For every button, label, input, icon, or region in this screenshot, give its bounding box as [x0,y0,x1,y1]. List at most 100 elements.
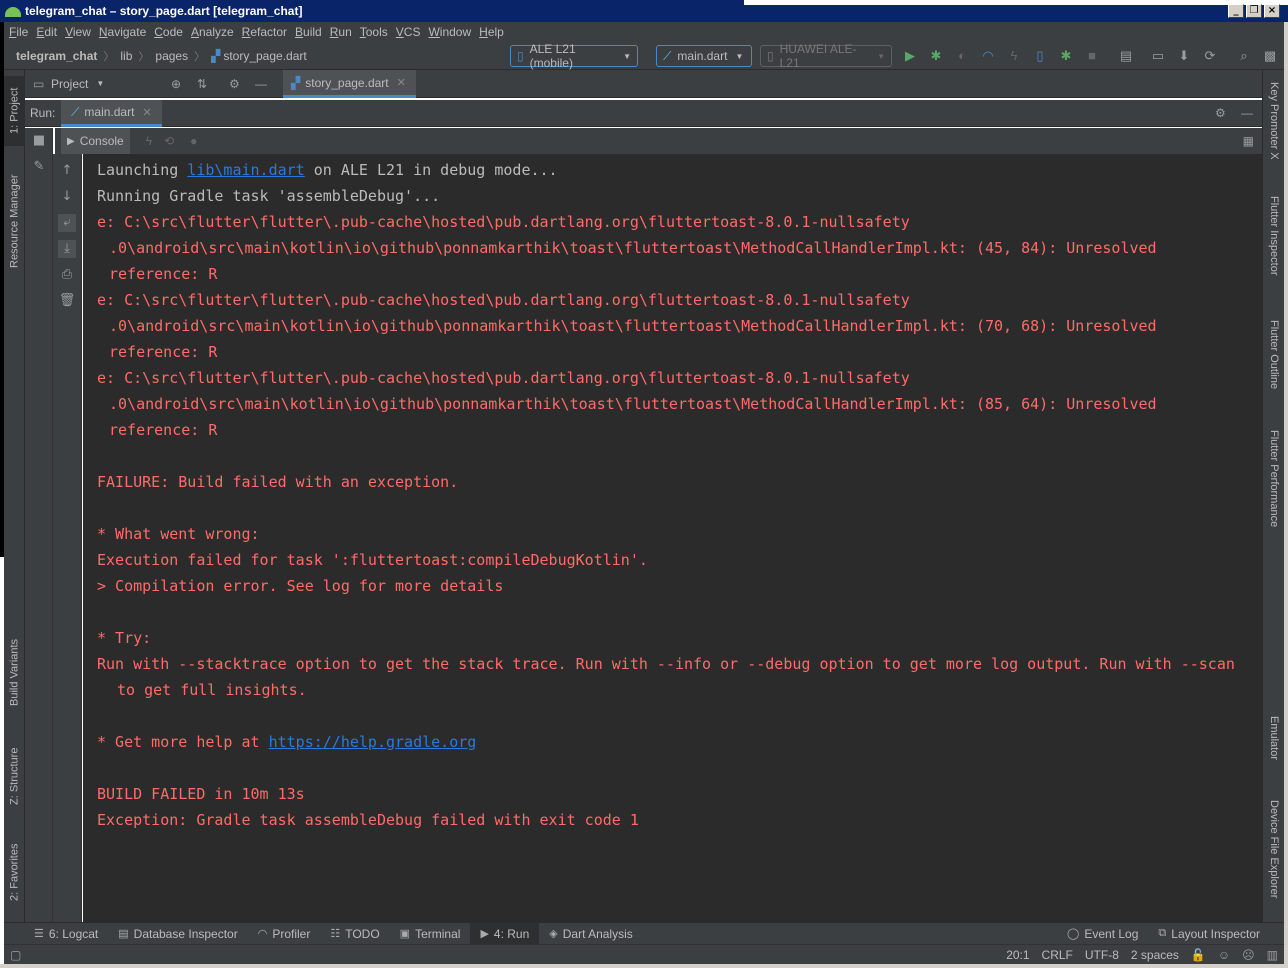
console-tab[interactable]: ▶ Console [61,128,130,154]
tab-terminal[interactable]: ▣ Terminal [390,923,471,945]
pin-icon[interactable]: ✎ [30,158,48,176]
tab-run[interactable]: ▶ 4: Run [470,922,540,945]
menu-refactor[interactable]: Refactor [242,25,287,39]
menu-navigate[interactable]: Navigate [99,25,146,39]
breadcrumb-file[interactable]: ▞ story_page.dart [211,49,307,63]
sdk-manager-icon[interactable]: ⬇ [1176,48,1192,64]
minimize-button[interactable]: _ [1228,4,1244,18]
run-tab-main-dart[interactable]: ⟋ main.dart ✕ [61,100,162,127]
tab-flutter-performance[interactable]: Flutter Performance [1263,430,1285,550]
arrow-up-icon[interactable]: ↑ [58,162,76,180]
tab-project[interactable]: 1: Project [4,76,25,146]
attach-debugger-icon[interactable]: ✱ [1058,48,1074,64]
menu-code[interactable]: Code [154,25,183,39]
profile-icon[interactable]: ◠ [980,48,996,64]
line-separator[interactable]: CRLF [1042,948,1073,962]
trash-icon[interactable]: ▥ [1267,948,1278,962]
trash-icon[interactable]: 🗑 [58,292,76,310]
menu-help[interactable]: Help [479,25,504,39]
tab-todo[interactable]: ☷ TODO [320,923,389,945]
gear-icon[interactable]: ⚙ [1215,106,1226,120]
console-output[interactable]: Launching lib\main.dart on ALE L21 in de… [83,154,1262,922]
hot-reload-icon[interactable]: ϟ [146,134,152,148]
close-button[interactable]: × [1264,4,1280,18]
gear-icon[interactable]: ⚙ [229,77,240,91]
chevron-right-icon: 〉 [103,50,115,63]
coverage-icon[interactable]: ◐ [954,48,970,64]
menu-window[interactable]: Window [428,25,471,39]
tab-resource-manager[interactable]: Resource Manager [4,162,25,280]
apply-changes-icon[interactable]: ▯ [1032,48,1048,64]
panel-toggle-icon[interactable]: ▢ [10,948,21,962]
cursor-position[interactable]: 20:1 [1006,948,1029,962]
locate-icon[interactable]: ⊕ [171,77,181,91]
menu-tools[interactable]: Tools [360,25,388,39]
chevron-down-icon: ▼ [877,51,885,61]
tab-flutter-outline[interactable]: Flutter Outline [1263,320,1285,410]
menu-run[interactable]: Run [330,25,352,39]
target-device-selector[interactable]: ▯ HUAWEI ALE-L21 ▼ [760,42,892,70]
tab-profiler[interactable]: ◠ Profiler [248,923,321,945]
restore-button[interactable]: ❐ [1246,4,1262,18]
hot-reload-icon[interactable]: ϟ [1006,48,1022,64]
run-config-selector[interactable]: ⟋ main.dart ▼ [656,45,752,67]
hot-restart-icon[interactable]: ⟲ [164,134,174,148]
settings-icon[interactable]: ▩ [1262,48,1278,64]
tab-logcat[interactable]: ☰ 6: Logcat [24,923,108,945]
menu-view[interactable]: View [65,25,91,39]
menu-analyze[interactable]: Analyze [191,25,234,39]
editor-tab-story-page[interactable]: ▞ story_page.dart ✕ [283,70,416,98]
hide-icon[interactable]: — [255,77,267,91]
menu-edit[interactable]: Edit [36,25,57,39]
main-dart-link[interactable]: lib\main.dart [187,161,304,179]
titlebar-white-strip [744,0,1288,5]
run-icon[interactable]: ▶ [902,48,918,64]
menu-build[interactable]: Build [295,25,322,39]
chevron-right-icon: 〉 [138,50,150,63]
tab-dart-analysis[interactable]: ◈ Dart Analysis [539,923,643,945]
arrow-down-icon[interactable]: ↓ [58,188,76,206]
search-icon[interactable]: ⌕ [1236,48,1252,64]
tab-structure[interactable]: Z: Structure [4,734,25,818]
menu-vcs[interactable]: VCS [396,25,421,39]
breadcrumb-project[interactable]: telegram_chat [16,49,97,63]
tab-flutter-inspector[interactable]: Flutter Inspector [1263,196,1285,296]
tab-build-variants[interactable]: Build Variants [4,626,25,718]
indent-setting[interactable]: 2 spaces [1131,948,1179,962]
smile-icon[interactable]: ☺ [1218,948,1230,962]
gradle-help-link[interactable]: https://help.gradle.org [269,733,477,751]
frown-icon[interactable]: ☹ [1242,948,1255,962]
hide-icon[interactable]: — [1241,106,1253,120]
print-icon[interactable]: ⎙ [58,266,76,284]
debug-icon[interactable]: ✱ [928,48,944,64]
stop-icon[interactable]: ■ [1084,48,1100,64]
tab-key-promoter[interactable]: Key Promoter X [1263,82,1285,182]
stop-icon[interactable]: ■ [30,132,48,150]
layout-icon[interactable]: ▦ [1243,134,1254,148]
close-icon[interactable]: ✕ [142,106,151,119]
project-view-selector[interactable]: Project ▼ [51,77,104,91]
lock-icon[interactable]: 🔓 [1191,948,1206,962]
breadcrumb-lib[interactable]: lib [120,49,132,63]
menu-file[interactable]: File [9,25,28,39]
avd-manager-icon[interactable]: ▭ [1150,48,1166,64]
tab-favorites-label: 2: Favorites [8,843,21,901]
tab-database-inspector[interactable]: ▤ Database Inspector [108,923,247,945]
file-encoding[interactable]: UTF-8 [1085,948,1119,962]
close-icon[interactable]: ✕ [397,76,406,89]
scroll-to-end-icon[interactable]: ⤓ [58,240,76,258]
soft-wrap-icon[interactable]: ⤶ [58,214,76,232]
tab-layout-inspector[interactable]: ⧉ Layout Inspector [1148,923,1270,945]
tab-event-log[interactable]: ◯ Event Log [1057,923,1148,945]
sync-icon[interactable]: ⟳ [1202,48,1218,64]
device-selector[interactable]: ▯ ALE L21 (mobile) ▼ [510,42,638,70]
collapse-icon[interactable]: ⇅ [197,77,207,91]
tab-favorites[interactable]: 2: Favorites [4,830,25,914]
tab-device-file-explorer[interactable]: Device File Explorer [1263,800,1285,915]
devtools-icon[interactable]: ● [190,134,197,148]
project-structure-icon[interactable]: ▤ [1118,48,1134,64]
tab-emulator[interactable]: Emulator [1263,716,1285,780]
tab-build-variants-label: Build Variants [8,638,21,706]
breadcrumb-pages[interactable]: pages [155,49,188,63]
